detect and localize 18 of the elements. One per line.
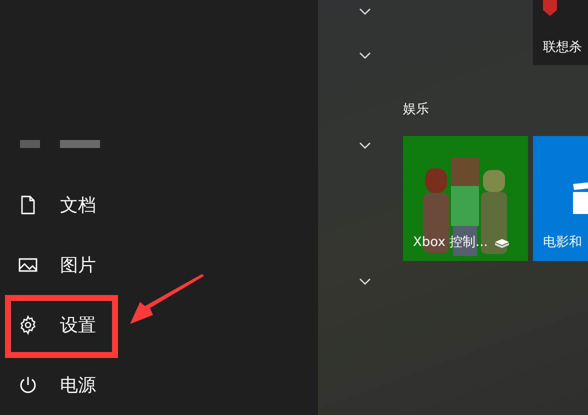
settings-icon	[18, 315, 38, 335]
sidebar-item[interactable]: 电源	[0, 355, 318, 415]
chevron-down-icon[interactable]	[359, 8, 371, 16]
sidebar-item[interactable]: 文档	[0, 175, 318, 235]
tile-label: 联想杀	[543, 38, 583, 56]
console-icon	[494, 238, 510, 248]
clapperboard-icon	[573, 182, 588, 214]
chevron-down-icon[interactable]	[359, 142, 371, 150]
chevron-down-icon[interactable]	[359, 278, 371, 286]
chevron-down-icon[interactable]	[359, 52, 371, 60]
logo-icon	[543, 0, 557, 16]
sidebar-item[interactable]: 图片	[0, 235, 318, 295]
group-title: 娱乐	[403, 101, 430, 119]
sidebar-item[interactable]: 设置	[0, 295, 318, 355]
movies-tile[interactable]: 电影和	[533, 136, 588, 260]
tile-label: 电影和	[542, 234, 583, 252]
app-tile[interactable]: 联想杀	[533, 0, 588, 65]
power-icon	[18, 375, 38, 395]
